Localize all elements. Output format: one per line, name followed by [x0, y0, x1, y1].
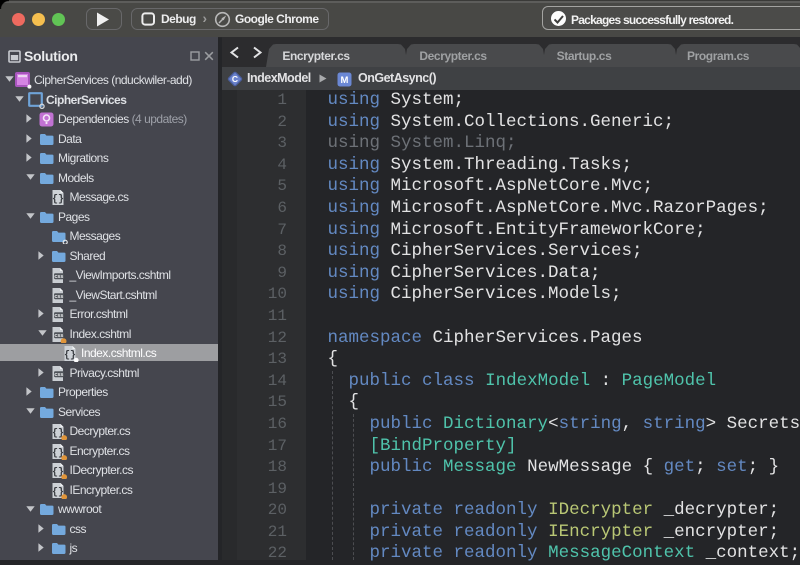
- svg-text:css: css: [54, 274, 63, 280]
- svg-text:css: css: [54, 332, 63, 338]
- svg-text:{}: {}: [52, 194, 64, 206]
- svg-text:C: C: [232, 74, 238, 84]
- svg-text:css: css: [54, 313, 63, 319]
- svg-text:M: M: [341, 75, 349, 86]
- svg-text:css: css: [54, 293, 63, 299]
- svg-text:css: css: [54, 371, 63, 377]
